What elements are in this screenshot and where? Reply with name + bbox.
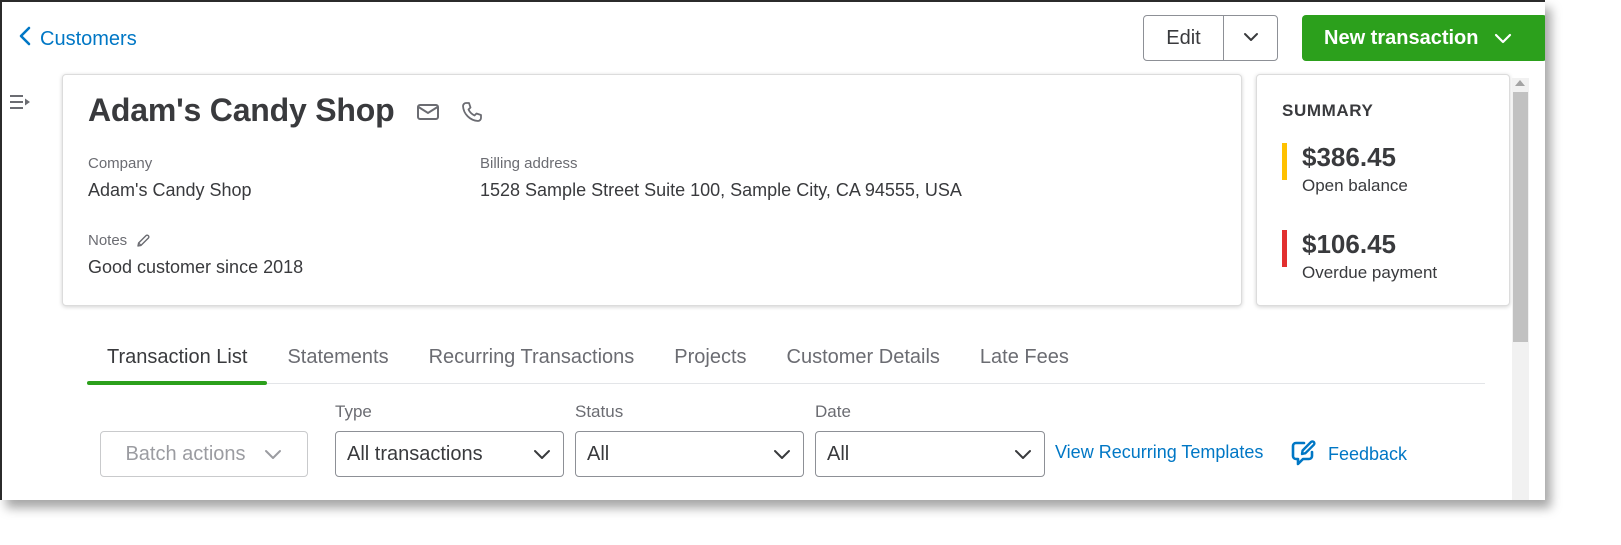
company-value: Adam's Candy Shop: [88, 180, 252, 200]
new-transaction-button[interactable]: New transaction: [1302, 15, 1545, 61]
notes-value: Good customer since 2018: [88, 257, 304, 277]
scroll-up-arrow-icon[interactable]: [1515, 80, 1525, 86]
tab-transaction-list[interactable]: Transaction List: [87, 340, 268, 385]
status-filter-value: All: [587, 442, 610, 465]
batch-actions-label: Batch actions: [125, 442, 246, 465]
pencil-icon[interactable]: [135, 233, 151, 249]
open-balance-amount: $386.45: [1302, 142, 1396, 172]
vertical-scrollbar[interactable]: [1512, 78, 1529, 500]
back-to-customers-link[interactable]: Customers: [18, 26, 137, 52]
company-label: Company: [88, 155, 153, 172]
phone-icon[interactable]: [459, 100, 485, 124]
chevron-down-icon: [533, 443, 551, 466]
open-balance-indicator: [1282, 143, 1287, 180]
overdue-payment-amount: $106.45: [1302, 229, 1396, 259]
type-filter-label: Type: [335, 402, 372, 421]
view-recurring-templates-link[interactable]: View Recurring Templates: [1055, 442, 1263, 463]
edit-split-button: Edit: [1143, 15, 1278, 61]
date-filter-value: All: [827, 442, 850, 465]
customer-info-card: Adam's Candy Shop Company Adam's Candy S…: [62, 74, 1242, 306]
open-balance-item[interactable]: $386.45 Open balance: [1282, 141, 1408, 196]
summary-card: SUMMARY $386.45 Open balance $106.45 Ove…: [1256, 74, 1510, 306]
tab-statements[interactable]: Statements: [267, 340, 408, 384]
contact-actions: [415, 100, 485, 124]
scroll-thumb[interactable]: [1513, 92, 1528, 342]
chevron-down-icon: [264, 443, 282, 466]
overdue-payment-item[interactable]: $106.45 Overdue payment: [1282, 228, 1437, 283]
status-filter-label: Status: [575, 402, 624, 421]
date-filter-label: Date: [815, 402, 851, 421]
summary-title: SUMMARY: [1282, 101, 1374, 120]
chevron-down-icon: [1494, 33, 1512, 44]
overdue-payment-label: Overdue payment: [1302, 263, 1438, 282]
date-filter-select[interactable]: All: [815, 431, 1045, 477]
open-balance-label: Open balance: [1302, 176, 1408, 195]
feedback-label: Feedback: [1328, 444, 1408, 464]
feedback-link[interactable]: Feedback: [1290, 438, 1407, 471]
billing-address-label: Billing address: [480, 155, 578, 172]
tab-projects[interactable]: Projects: [654, 340, 766, 384]
tab-customer-details[interactable]: Customer Details: [767, 340, 960, 384]
notes-label: Notes: [88, 232, 128, 249]
feedback-icon: [1290, 438, 1318, 471]
back-link-label: Customers: [40, 27, 137, 50]
customer-name: Adam's Candy Shop: [88, 92, 395, 128]
edit-menu-button[interactable]: [1224, 16, 1277, 60]
status-filter-select[interactable]: All: [575, 431, 804, 477]
sidebar-toggle-icon[interactable]: [10, 94, 32, 110]
new-transaction-label: New transaction: [1324, 26, 1479, 49]
email-icon[interactable]: [415, 100, 441, 124]
chevron-down-icon: [1243, 29, 1259, 47]
chevron-down-icon: [1014, 443, 1032, 466]
type-filter-select[interactable]: All transactions: [335, 431, 564, 477]
tab-late-fees[interactable]: Late Fees: [960, 340, 1089, 384]
edit-button[interactable]: Edit: [1144, 16, 1224, 60]
chevron-left-icon: [18, 26, 32, 52]
customer-tabs: Transaction List Statements Recurring Tr…: [87, 340, 1485, 385]
batch-actions-dropdown[interactable]: Batch actions: [100, 431, 308, 477]
overdue-payment-indicator: [1282, 230, 1287, 267]
app-window: Customers Edit New transaction Adam's Ca…: [0, 0, 1545, 500]
billing-address-value: 1528 Sample Street Suite 100, Sample Cit…: [480, 180, 962, 200]
notes-label-row: Notes: [88, 232, 151, 249]
type-filter-value: All transactions: [347, 442, 483, 465]
tab-recurring-transactions[interactable]: Recurring Transactions: [409, 340, 655, 384]
chevron-down-icon: [773, 443, 791, 466]
